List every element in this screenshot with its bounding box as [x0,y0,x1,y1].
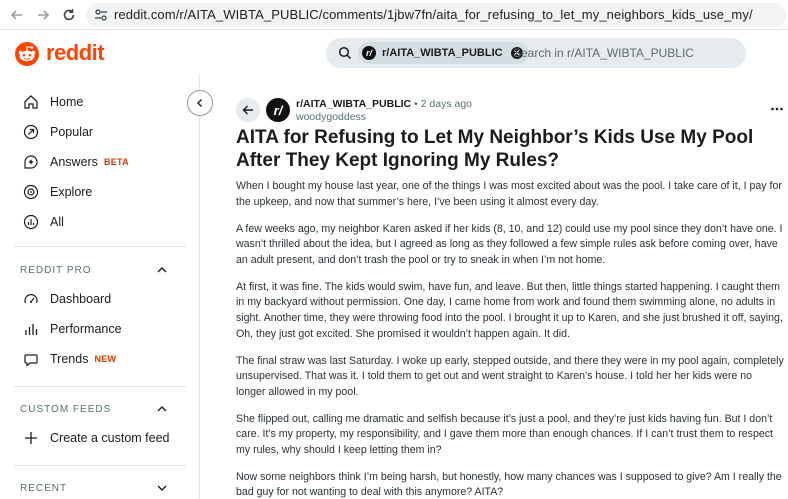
new-badge: NEW [94,354,117,364]
forward-arrow-icon[interactable] [34,6,52,24]
answers-icon [22,153,40,171]
sidebar-item-label: Create a custom feed [50,431,170,445]
back-arrow-icon[interactable] [8,6,26,24]
sidebar-item-answers[interactable]: Answers BETA [22,151,129,173]
post-paragraph: The final straw was last Saturday. I wok… [236,354,784,398]
dashboard-icon [22,290,40,308]
post-paragraph: When I bought my house last year, one of… [236,180,782,208]
sidebar-item-trends[interactable]: Trends NEW [22,348,116,370]
sidebar-item-label: All [50,215,64,229]
sidebar-item-dashboard[interactable]: Dashboard [22,288,111,310]
sidebar-item-all[interactable]: All [22,211,64,233]
address-bar[interactable]: reddit.com/r/AITA_WIBTA_PUBLIC/comments/… [86,3,786,27]
chevron-left-icon [197,99,202,107]
back-button[interactable] [236,98,260,122]
post-paragraph: A few weeks ago, my neighbor Karen asked… [236,222,783,266]
sidebar-item-label: Performance [50,322,122,336]
search-input[interactable]: Search in r/AITA_WIBTA_PUBLIC [513,46,694,60]
site-header: reddit r/ r/AITA_WIBTA_PUBLIC ✕ Search i… [0,31,788,74]
post-author[interactable]: woodygoddess [296,111,366,123]
browser-toolbar: reddit.com/r/AITA_WIBTA_PUBLIC/comments/… [0,0,788,30]
sidebar-item-label: Dashboard [50,292,112,306]
post-paragraph: Now some neighbors think I’m being harsh… [236,470,782,499]
left-sidebar: Home Popular Answers BETA Explore All RE… [0,74,200,499]
sidebar-item-label: Popular [50,125,94,139]
home-icon [22,93,40,111]
reddit-wordmark: reddit [46,40,105,65]
chip-label: r/AITA_WIBTA_PUBLIC [382,47,503,59]
reddit-snoo-icon [15,42,39,66]
recent-section-title: RECENT [20,483,68,494]
chevron-up-icon[interactable] [155,263,169,277]
reddit-logo[interactable]: reddit [14,40,105,66]
subreddit-avatar[interactable]: r/ [266,98,290,122]
subreddit-search-chip[interactable]: r/ r/AITA_WIBTA_PUBLIC ✕ [358,42,529,64]
reddit-pro-section-title: REDDIT PRO [20,265,92,276]
reload-icon[interactable] [60,6,78,24]
chevron-up-icon[interactable] [155,402,169,416]
post-title: AITA for Refusing to Let My Neighbor’s K… [236,127,754,171]
sidebar-item-label: Explore [50,185,93,199]
sidebar-item-home[interactable]: Home [22,91,83,113]
sidebar-item-label: Home [50,95,84,109]
post-meta: r/AITA_WIBTA_PUBLIC • 2 days ago [296,98,472,110]
search-bar[interactable]: r/ r/AITA_WIBTA_PUBLIC ✕ Search in r/AIT… [326,38,746,68]
sidebar-item-label: Trends [50,352,89,366]
sidebar-divider [14,246,186,247]
sidebar-item-label: Answers [50,155,98,169]
all-icon [22,213,40,231]
explore-icon [22,183,40,201]
url-text: reddit.com/r/AITA_WIBTA_PUBLIC/comments/… [114,7,753,22]
popular-icon [22,123,40,141]
sidebar-divider [14,465,186,466]
subreddit-avatar: r/ [362,46,376,60]
post-time: • 2 days ago [414,98,473,110]
subreddit-link[interactable]: r/AITA_WIBTA_PUBLIC [296,98,411,110]
post-body: When I bought my house last year, one of… [236,179,784,499]
search-icon [338,46,352,60]
trends-icon [22,350,40,368]
create-custom-feed-button[interactable]: Create a custom feed [22,427,170,449]
performance-icon [22,320,40,338]
sidebar-item-popular[interactable]: Popular [22,121,93,143]
more-options-icon[interactable] [770,102,784,116]
custom-feeds-section-title: CUSTOM FEEDS [20,404,112,415]
plus-icon [22,429,40,447]
chevron-down-icon[interactable] [155,481,169,495]
sidebar-item-performance[interactable]: Performance [22,318,122,340]
sidebar-item-explore[interactable]: Explore [22,181,92,203]
post-paragraph: She flipped out, calling me dramatic and… [236,412,774,456]
collapse-sidebar-button[interactable] [187,90,213,116]
post-paragraph: At first, it was fine. The kids would sw… [236,280,783,340]
arrow-left-icon [242,105,253,115]
sidebar-divider [14,386,186,387]
site-settings-icon[interactable] [94,8,108,22]
beta-badge: BETA [103,157,129,167]
